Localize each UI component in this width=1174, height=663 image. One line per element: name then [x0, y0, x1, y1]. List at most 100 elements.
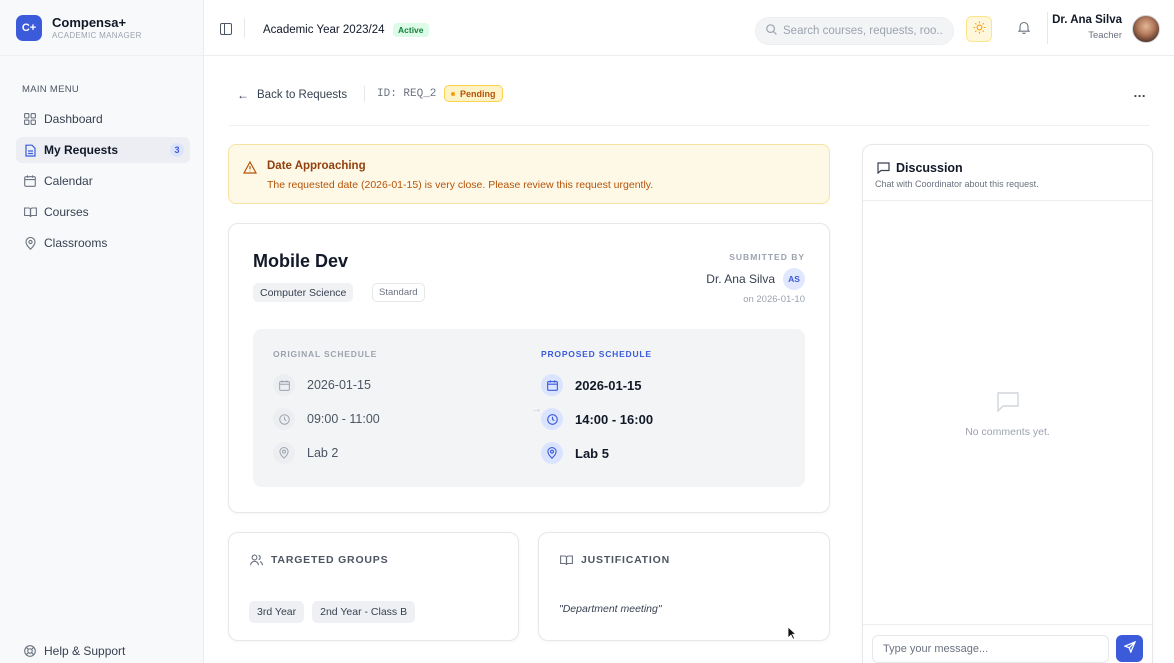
location-icon	[541, 442, 563, 464]
document-icon	[23, 143, 37, 157]
discussion-panel: Discussion Chat with Coordinator about t…	[862, 144, 1153, 663]
topbar-divider	[1047, 12, 1048, 44]
arrow-left-icon: ←	[237, 88, 249, 102]
request-id: ID: REQ_2	[377, 88, 437, 100]
discussion-header: Discussion Chat with Coordinator about t…	[863, 145, 1152, 201]
breadcrumb-divider	[364, 86, 365, 102]
clock-icon	[541, 408, 563, 430]
original-time-row: 09:00 - 11:00	[273, 408, 380, 430]
warning-icon	[242, 160, 258, 177]
status-dot-icon	[451, 91, 455, 96]
group-chip: 3rd Year	[249, 601, 305, 623]
targeted-groups-card: TARGETED GROUPS 3rd Year 2nd Year - Clas…	[228, 532, 519, 641]
sidebar-toggle-icon[interactable]	[220, 23, 232, 35]
original-schedule-label: ORIGINAL SCHEDULE	[273, 349, 378, 359]
clock-icon	[273, 408, 295, 430]
topbar: Academic Year 2023/24 Active Dr. Ana Sil…	[204, 0, 1174, 56]
theme-toggle-button[interactable]	[966, 16, 992, 42]
mouse-cursor-icon	[787, 626, 798, 640]
brand[interactable]: C+ Compensa+ ACADEMIC MANAGER	[0, 0, 204, 56]
proposed-date: 2026-01-15	[575, 377, 642, 393]
date-alert: Date Approaching The requested date (202…	[228, 144, 830, 204]
discussion-subtitle: Chat with Coordinator about this request…	[875, 179, 1039, 189]
user-name: Dr. Ana Silva	[1052, 14, 1122, 26]
avatar[interactable]	[1132, 15, 1160, 43]
original-schedule: ORIGINAL SCHEDULE 2026-01-15 09:00 - 11:…	[273, 329, 513, 487]
academic-year-label: Academic Year 2023/24	[263, 24, 385, 36]
search-input[interactable]	[783, 25, 943, 37]
original-date: 2026-01-15	[307, 378, 371, 392]
proposed-room-row: Lab 5	[541, 442, 609, 464]
location-icon	[23, 236, 37, 250]
targeted-groups-title: TARGETED GROUPS	[271, 554, 389, 566]
calendar-icon	[273, 374, 295, 396]
request-details-card: Mobile Dev Computer Science Standard SUB…	[228, 223, 830, 513]
message-input[interactable]	[872, 635, 1109, 663]
alert-message: The requested date (2026-01-15) is very …	[267, 179, 654, 191]
proposed-room: Lab 5	[575, 445, 609, 461]
sidebar-item-courses[interactable]: Courses	[16, 199, 190, 225]
schedule-comparison: ORIGINAL SCHEDULE 2026-01-15 09:00 - 11:…	[253, 329, 805, 487]
topbar-divider	[244, 18, 245, 38]
back-to-requests-link[interactable]: ← Back to Requests	[237, 88, 347, 102]
sun-icon	[973, 21, 986, 37]
submitter: Dr. Ana Silva AS	[706, 268, 805, 290]
status-label: Pending	[460, 88, 496, 99]
send-button[interactable]	[1116, 635, 1143, 662]
send-icon	[1122, 640, 1136, 658]
search-icon	[766, 24, 777, 38]
calendar-icon	[541, 374, 563, 396]
book-icon	[559, 553, 573, 567]
justification-heading: JUSTIFICATION	[559, 553, 670, 567]
original-date-row: 2026-01-15	[273, 374, 371, 396]
location-icon	[273, 442, 295, 464]
original-room-row: Lab 2	[273, 442, 338, 464]
proposed-time-row: 14:00 - 16:00	[541, 408, 653, 430]
group-chips: 3rd Year 2nd Year - Class B	[249, 601, 423, 623]
user-role: Teacher	[1088, 30, 1122, 41]
original-room: Lab 2	[307, 446, 339, 460]
brand-name: Compensa+	[52, 14, 127, 30]
sidebar: C+ Compensa+ ACADEMIC MANAGER MAIN MENU …	[0, 0, 204, 663]
justification-card: JUSTIFICATION "Department meeting"	[538, 532, 830, 641]
sidebar-item-label: Dashboard	[44, 112, 103, 126]
year-status-badge: Active	[393, 23, 429, 37]
discussion-title: Discussion	[896, 161, 963, 175]
discussion-title-row: Discussion	[876, 161, 963, 175]
sidebar-item-dashboard[interactable]: Dashboard	[16, 106, 190, 132]
more-options-button[interactable]: ...	[1134, 85, 1146, 100]
lifebuoy-icon	[23, 644, 37, 658]
brand-subtitle: ACADEMIC MANAGER	[52, 30, 142, 40]
alert-title: Date Approaching	[267, 160, 366, 172]
proposed-schedule: PROPOSED SCHEDULE 2026-01-15 14:00 - 16:…	[541, 329, 781, 487]
submitted-date: on 2026-01-10	[743, 294, 805, 305]
submitter-initials-avatar: AS	[783, 268, 805, 290]
proposed-schedule-label: PROPOSED SCHEDULE	[541, 349, 652, 359]
sidebar-item-calendar[interactable]: Calendar	[16, 168, 190, 194]
chat-empty-icon	[997, 392, 1019, 413]
request-type-badge: Standard	[372, 283, 425, 302]
message-composer	[863, 624, 1152, 663]
sidebar-item-label: Courses	[44, 205, 89, 219]
calendar-icon	[23, 174, 37, 188]
sidebar-nav: Dashboard My Requests 3 Calendar Courses	[16, 106, 190, 261]
notification-bell-icon[interactable]	[1017, 21, 1032, 35]
main-menu-label: MAIN MENU	[22, 84, 80, 95]
sidebar-item-label: My Requests	[44, 143, 119, 157]
submitter-name: Dr. Ana Silva	[706, 272, 775, 286]
book-icon	[23, 205, 37, 219]
proposed-time: 14:00 - 16:00	[575, 411, 654, 427]
justification-title: JUSTIFICATION	[581, 554, 670, 566]
search-box[interactable]	[755, 17, 954, 45]
empty-comments-text: No comments yet.	[965, 426, 1050, 438]
requests-count-badge: 3	[170, 143, 184, 157]
brand-logo: C+	[16, 14, 42, 41]
targeted-groups-heading: TARGETED GROUPS	[249, 553, 388, 567]
help-support-link[interactable]: Help & Support	[23, 644, 125, 658]
submitted-by-label: SUBMITTED BY	[729, 252, 805, 262]
status-badge: Pending	[444, 85, 503, 102]
sidebar-item-classrooms[interactable]: Classrooms	[16, 230, 190, 256]
course-title: Mobile Dev	[253, 251, 349, 271]
group-chip: 2nd Year - Class B	[312, 601, 416, 623]
sidebar-item-my-requests[interactable]: My Requests 3	[16, 137, 190, 163]
